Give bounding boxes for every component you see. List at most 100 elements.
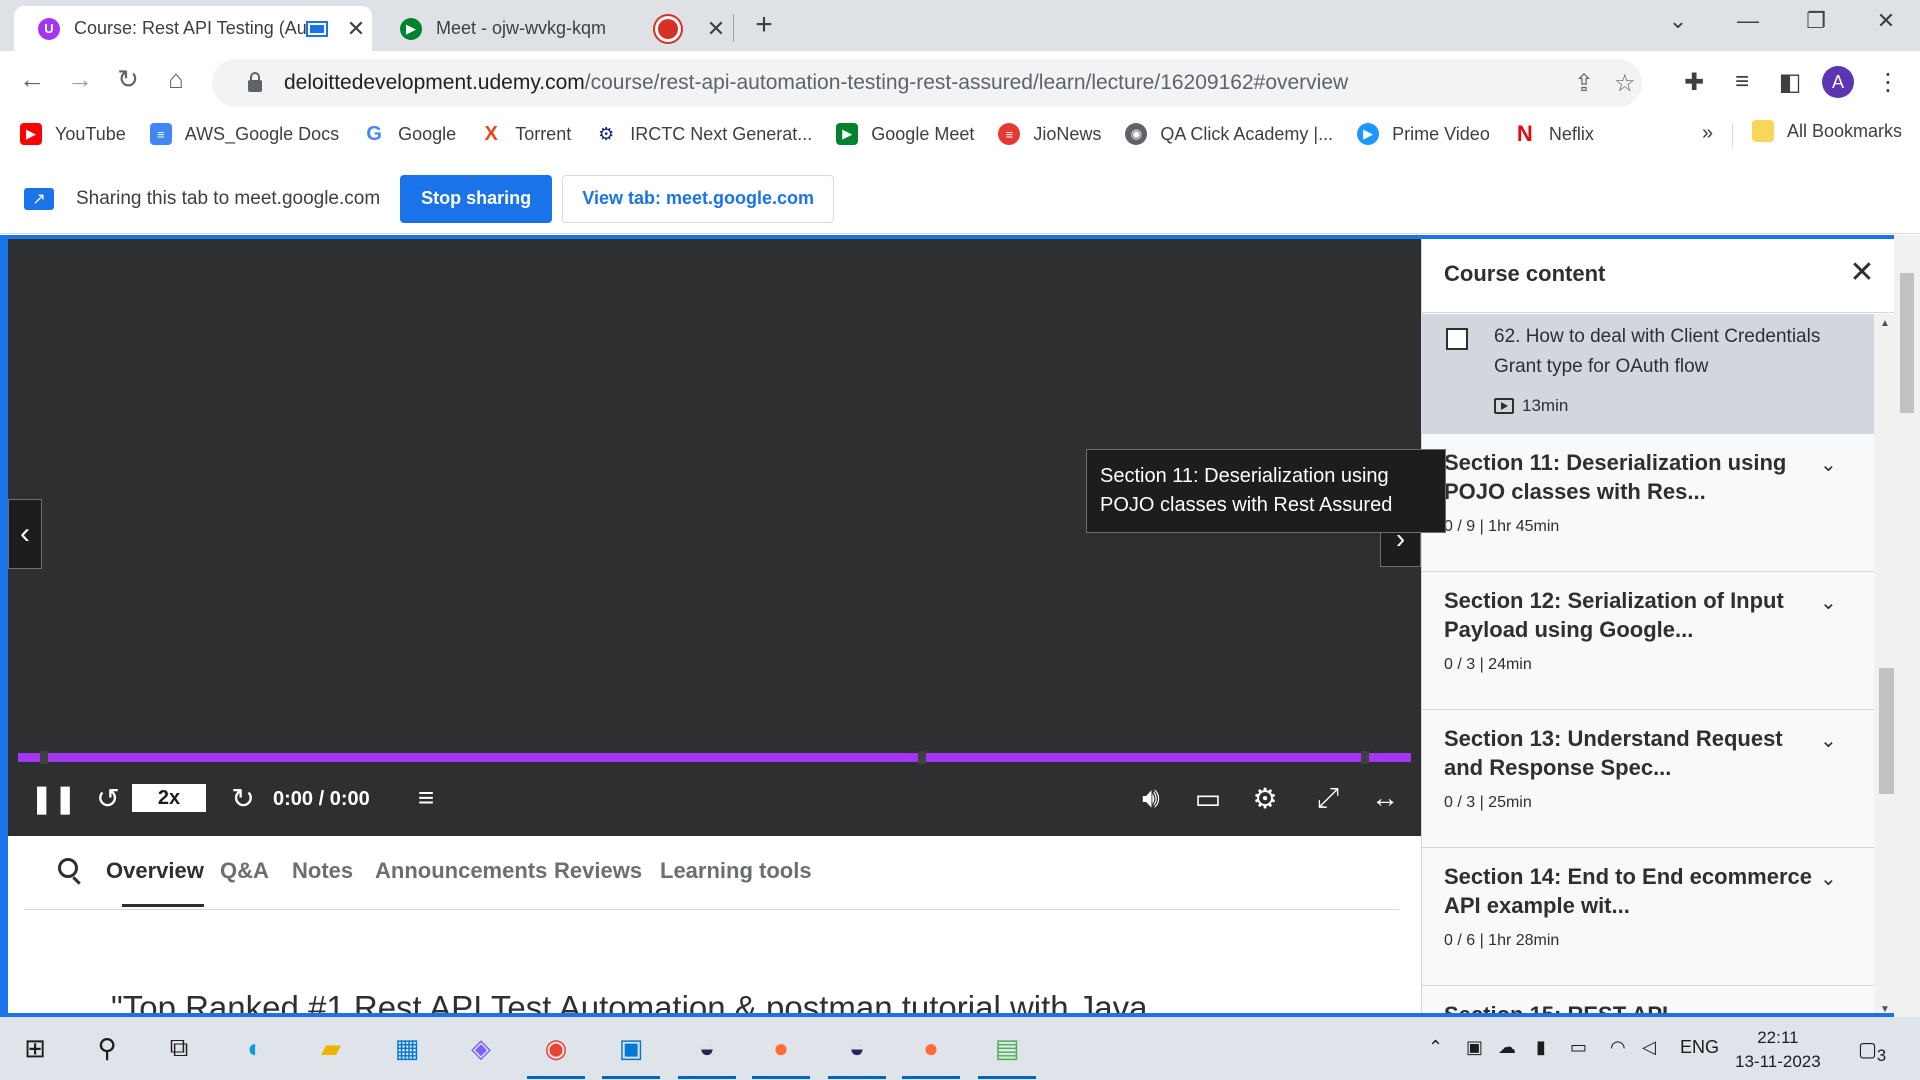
back-button[interactable]: ← — [14, 64, 50, 95]
view-tab-button[interactable]: View tab: meet.google.com — [562, 174, 835, 223]
tab-google-meet[interactable]: ▶ Meet - ojw-wvkg-kqm ✕ — [376, 6, 732, 51]
forward-icon[interactable]: ↻ — [223, 782, 263, 815]
scrollbar-thumb[interactable] — [1900, 273, 1914, 413]
notepad-icon[interactable]: ▤ — [978, 1027, 1036, 1079]
section-item[interactable]: Section 13: Understand Request and Respo… — [1422, 710, 1874, 848]
video-progress-bar[interactable] — [18, 751, 1411, 764]
tab-qa[interactable]: Q&A — [220, 858, 269, 884]
microphone-icon[interactable]: ▮ — [1536, 1037, 1546, 1058]
tab-overview[interactable]: Overview — [106, 858, 204, 884]
close-tab-icon[interactable]: ✕ — [340, 16, 372, 42]
side-panel-icon[interactable]: ◧ — [1774, 68, 1806, 97]
bookmark-qa-click-academy[interactable]: ◉ QA Click Academy |... — [1125, 123, 1333, 145]
tab-notes[interactable]: Notes — [292, 858, 353, 884]
chevron-up-icon[interactable]: ⌃ — [1428, 1037, 1443, 1058]
lecture-checkbox[interactable] — [1446, 328, 1468, 350]
tab-announcements[interactable]: Announcements — [375, 858, 547, 884]
windows-start-icon[interactable]: ⊞ — [14, 1027, 56, 1069]
rewind-icon[interactable]: ↺ — [88, 782, 128, 815]
forward-button[interactable]: → — [62, 64, 98, 95]
bookmark-star-icon[interactable]: ☆ — [1614, 69, 1636, 98]
onedrive-icon[interactable]: ☁ — [1498, 1037, 1516, 1058]
tab-udemy-course[interactable]: U Course: Rest API Testing (Au ✕ — [14, 6, 372, 51]
address-bar[interactable]: deloittedevelopment.udemy.com/course/res… — [212, 59, 1642, 107]
lock-icon[interactable] — [248, 72, 262, 92]
previous-lecture-button[interactable]: ‹ — [8, 499, 42, 569]
expand-width-icon[interactable]: ↔ — [1365, 782, 1405, 814]
lecture-item[interactable]: 62. How to deal with Client Credentials … — [1422, 314, 1874, 434]
bookmark-irctc[interactable]: ⚙ IRCTC Next Generat... — [595, 123, 812, 145]
scrollbar-thumb[interactable] — [1879, 668, 1895, 794]
tab-reviews[interactable]: Reviews — [554, 858, 642, 884]
fullscreen-icon[interactable]: ⤢ — [1308, 782, 1348, 815]
chevron-down-icon[interactable]: ⌄ — [1820, 590, 1837, 615]
search-icon[interactable]: ⚲ — [86, 1027, 128, 1069]
copilot-icon[interactable]: ◈ — [460, 1027, 502, 1069]
tab-title: Meet - ojw-wvkg-kqm — [436, 18, 607, 38]
chevron-down-icon[interactable]: ⌄ — [1820, 866, 1837, 891]
task-view-icon[interactable]: ⧉ — [158, 1027, 200, 1069]
playback-speed-button[interactable]: 2x — [132, 784, 206, 812]
chrome-icon[interactable]: ◉ — [527, 1027, 585, 1079]
meet-tray-icon[interactable]: ▣ — [1466, 1037, 1483, 1058]
page-scrollbar[interactable] — [1894, 235, 1920, 1017]
pause-icon[interactable]: ❚❚ — [30, 782, 77, 815]
bookmark-google[interactable]: G Google — [363, 123, 456, 145]
close-window-button[interactable]: ✕ — [1866, 8, 1906, 34]
close-sidebar-icon[interactable]: ✕ — [1842, 255, 1882, 290]
postman-icon[interactable]: ● — [752, 1027, 810, 1079]
bookmark-prime-video[interactable]: ▶ Prime Video — [1357, 123, 1490, 145]
scroll-down-icon[interactable]: ▼ — [1880, 1004, 1890, 1013]
profile-avatar[interactable]: A — [1822, 66, 1854, 98]
video-player[interactable]: ‹ › ❚❚ ↺ 2x ↻ 0:00 / 0:00 ≡ 🔊︎ ▭ ⚙ ⤢ ↔ — [8, 239, 1421, 836]
minimize-button[interactable]: — — [1728, 8, 1768, 34]
store-icon[interactable]: ▦ — [386, 1027, 428, 1069]
chevron-down-icon[interactable]: ⌄ — [1820, 452, 1837, 477]
battery-icon[interactable]: ▭ — [1570, 1037, 1587, 1058]
settings-gear-icon[interactable]: ⚙ — [1245, 782, 1285, 815]
section-title: Section 13: Understand Request and Respo… — [1444, 726, 1783, 780]
captions-icon[interactable]: ▭ — [1188, 782, 1228, 815]
eclipse-icon[interactable]: ◒ — [828, 1027, 886, 1079]
eclipse-icon[interactable]: ◒ — [678, 1027, 736, 1079]
bookmark-google-meet[interactable]: ▶ Google Meet — [836, 123, 974, 145]
remote-desktop-icon[interactable]: ▣ — [602, 1027, 660, 1079]
tab-learning-tools[interactable]: Learning tools — [660, 858, 812, 884]
edge-icon[interactable]: ◐ — [234, 1027, 276, 1069]
section-item[interactable]: Section 12: Serialization of Input Paylo… — [1422, 572, 1874, 710]
extensions-icon[interactable]: ✚ — [1678, 68, 1710, 97]
scroll-up-icon[interactable]: ▲ — [1880, 318, 1890, 329]
wifi-icon[interactable]: ◠ — [1610, 1037, 1626, 1058]
language-indicator[interactable]: ENG — [1680, 1037, 1719, 1058]
volume-icon[interactable]: 🔊︎ — [1131, 782, 1171, 815]
close-tab-icon[interactable]: ✕ — [700, 16, 732, 42]
section-item[interactable]: Section 14: End to End ecommerce API exa… — [1422, 848, 1874, 986]
section-item[interactable]: Section 11: Deserialization using POJO c… — [1422, 434, 1874, 572]
share-page-icon[interactable]: ⇪ — [1574, 69, 1594, 98]
section-item[interactable]: Section 15: REST API — [1422, 986, 1874, 1013]
home-button[interactable]: ⌂ — [158, 64, 194, 95]
tab-search-icon[interactable]: ⌄ — [1658, 8, 1698, 34]
new-tab-button[interactable]: + — [748, 8, 780, 42]
bookmark-torrent[interactable]: X Torrent — [480, 123, 572, 145]
file-explorer-icon[interactable]: ▰ — [310, 1027, 352, 1069]
speaker-icon[interactable]: ◁ — [1642, 1037, 1656, 1058]
stop-sharing-button[interactable]: Stop sharing — [400, 174, 553, 223]
restore-button[interactable]: ❐ — [1796, 8, 1836, 34]
reload-button[interactable]: ↻ — [110, 64, 146, 95]
bookmark-youtube[interactable]: ▶ YouTube — [20, 123, 126, 145]
system-clock[interactable]: 22:11 13-11-2023 — [1735, 1026, 1821, 1074]
add-note-icon[interactable]: ≡ — [406, 782, 446, 814]
google-icon: G — [366, 122, 382, 145]
postman-icon[interactable]: ● — [902, 1027, 960, 1079]
menu-kebab-icon[interactable]: ⋮ — [1872, 68, 1904, 97]
chevron-down-icon[interactable]: ⌄ — [1820, 728, 1837, 753]
media-controls-icon[interactable]: ≡ — [1726, 68, 1758, 96]
more-bookmarks-icon[interactable]: » — [1702, 122, 1713, 145]
bookmark-jionews[interactable]: ≡ JioNews — [998, 123, 1101, 145]
search-icon[interactable] — [58, 858, 78, 878]
bookmark-netflix[interactable]: N Neflix — [1514, 121, 1594, 146]
notifications-icon[interactable]: ▢3 — [1858, 1037, 1886, 1066]
bookmark-aws-google-docs[interactable]: ≡ AWS_Google Docs — [149, 123, 339, 145]
all-bookmarks-folder[interactable]: All Bookmarks — [1752, 120, 1902, 142]
